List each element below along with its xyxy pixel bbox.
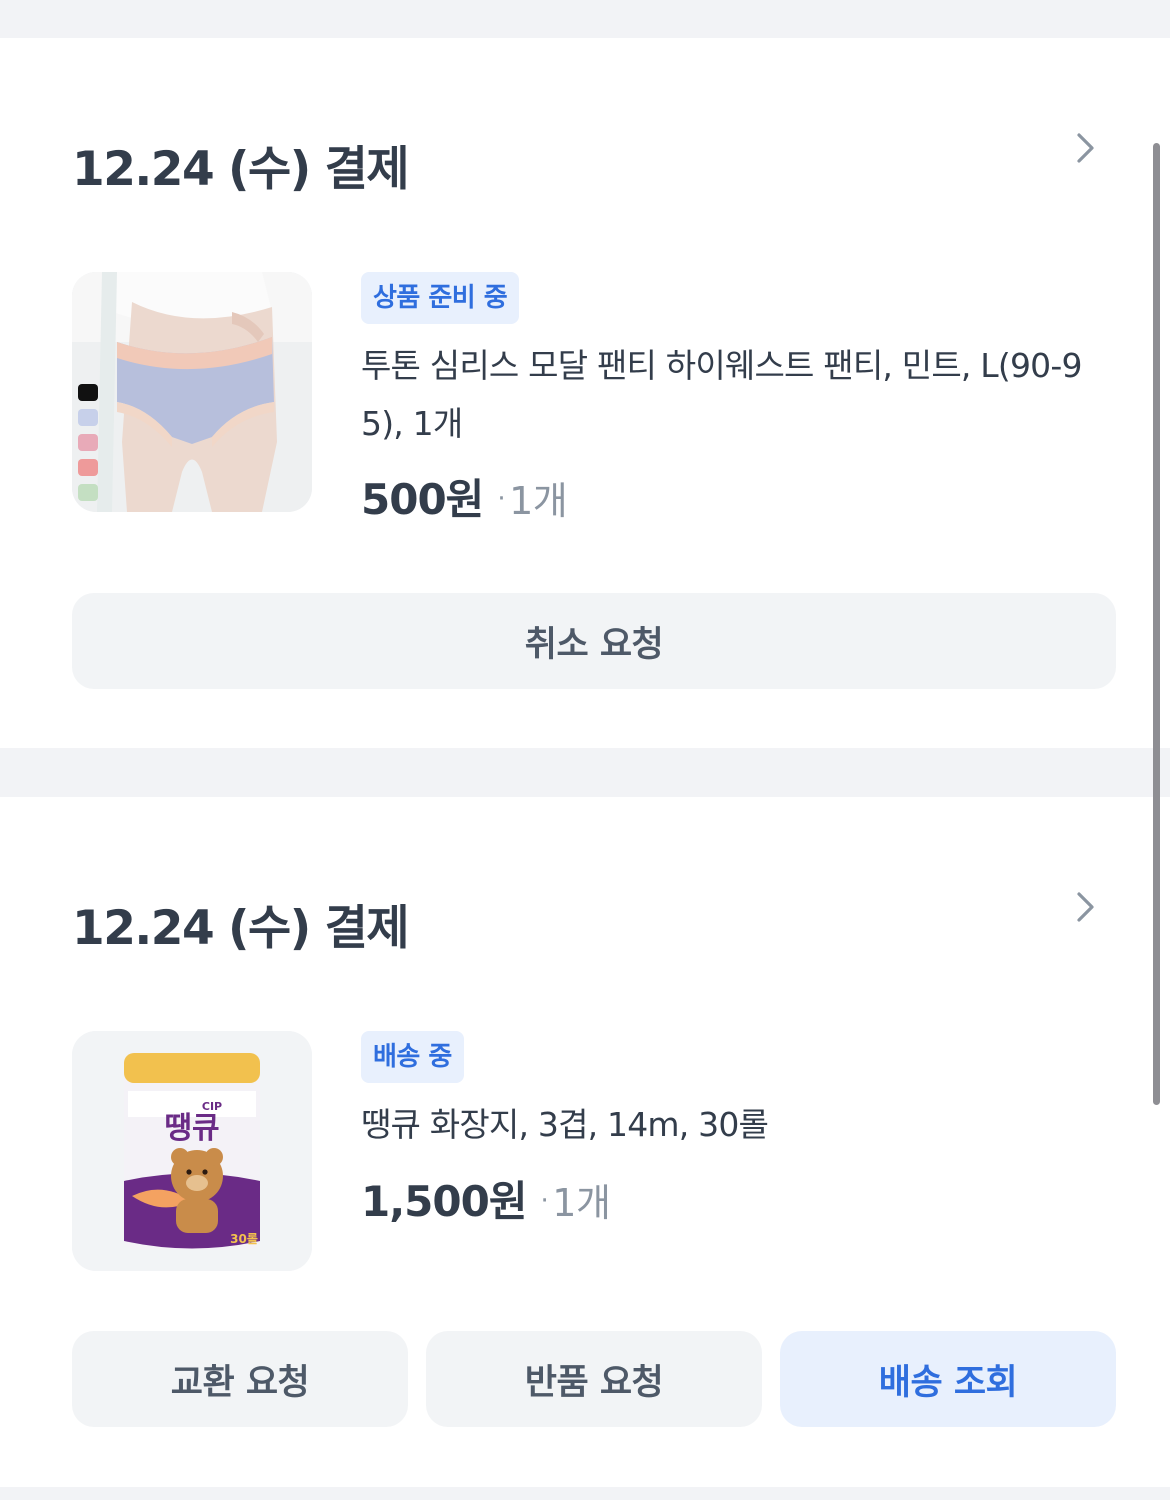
price-row: 500원 · 1개 [361,466,568,527]
quantity-value: 1개 [552,1181,611,1225]
package-count: 30롤 [230,1232,258,1246]
product-quantity: · 1개 [541,1181,611,1225]
product-image [72,272,312,512]
order-date-title: 12.24 (수) 결제 [72,901,410,956]
scrollbar[interactable] [1153,143,1160,1105]
exchange-request-button[interactable]: 교환 요청 [72,1331,408,1427]
order-card: 12.24 (수) 결제 상품 준비 중 투톤 심리스 모달 팬티 하이웨스트 … [0,38,1170,748]
return-request-button[interactable]: 반품 요청 [426,1331,762,1427]
order-date-title: 12.24 (수) 결제 [72,142,410,197]
quantity-value: 1개 [509,479,568,523]
package-sublabel: CIP [202,1100,222,1113]
order-card: 12.24 (수) 결제 땡큐 CIP 30롤 배송 중 땡큐 화장지, 3겹,… [0,797,1170,1487]
status-badge: 배송 중 [361,1031,464,1083]
cancel-request-button[interactable]: 취소 요청 [72,593,1116,689]
chevron-right-icon[interactable] [1068,131,1102,165]
chevron-right-icon[interactable] [1068,890,1102,924]
product-image: 땡큐 CIP 30롤 [72,1031,312,1271]
product-thumbnail[interactable]: 땡큐 CIP 30롤 [72,1031,312,1271]
track-delivery-button[interactable]: 배송 조회 [780,1331,1116,1427]
product-quantity: · 1개 [497,479,567,523]
quantity-dot: · [540,1186,549,1216]
product-name[interactable]: 땡큐 화장지, 3겹, 14m, 30롤 [361,1096,1106,1154]
product-price: 500원 [361,475,484,524]
quantity-dot: · [497,484,506,514]
price-row: 1,500원 · 1개 [361,1168,611,1229]
package-label: 땡큐 [164,1111,219,1146]
product-name[interactable]: 투톤 심리스 모달 팬티 하이웨스트 팬티, 민트, L(90-95), 1개 [361,337,1106,453]
product-thumbnail[interactable] [72,272,312,512]
product-price: 1,500원 [361,1177,527,1226]
status-badge: 상품 준비 중 [361,272,520,324]
